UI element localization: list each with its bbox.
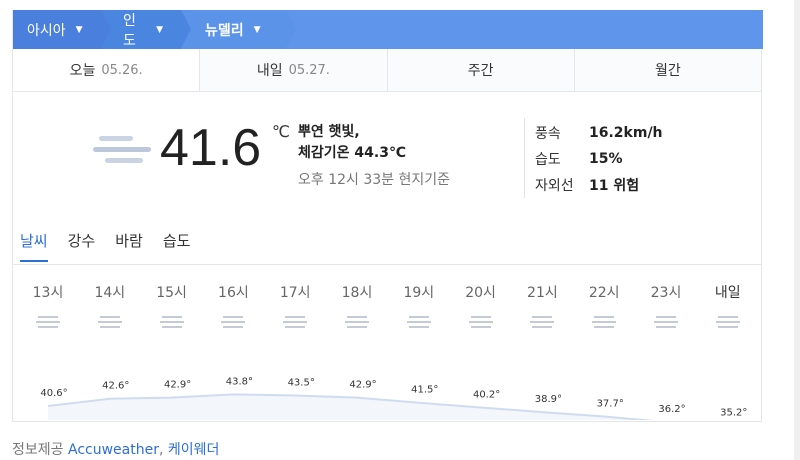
temperature-label: 38.9° bbox=[535, 394, 562, 405]
sub-tabs: 날씨 강수 바람 습도 bbox=[20, 230, 190, 262]
breadcrumb-item-new-delhi[interactable]: 뉴델리 ▼ bbox=[181, 10, 296, 49]
temperature-unit: ℃ bbox=[272, 122, 290, 141]
tab-date: 05.26. bbox=[101, 62, 143, 78]
stat-label: 자외선 bbox=[535, 178, 574, 194]
tab-humidity[interactable]: 습도 bbox=[163, 230, 191, 262]
temperature-label: 42.6° bbox=[102, 381, 129, 392]
haze-icon bbox=[221, 316, 246, 332]
tab-precipitation[interactable]: 강수 bbox=[68, 230, 96, 262]
temperature-label: 36.2° bbox=[658, 404, 685, 415]
temperature-label: 40.6° bbox=[40, 388, 67, 399]
breadcrumb-bar-fill bbox=[286, 10, 763, 49]
temperature-label: 35.2° bbox=[720, 408, 747, 419]
haze-icon bbox=[654, 316, 678, 332]
haze-icon bbox=[97, 316, 122, 332]
tab-label: 주간 bbox=[467, 63, 494, 79]
feels-like: 체감기온 44.3℃ bbox=[298, 143, 406, 164]
stat-uv: 자외선 11 위험 bbox=[535, 172, 663, 198]
tab-weather[interactable]: 날씨 bbox=[20, 230, 48, 262]
observation-time: 오후 12시 33분 현지기준 bbox=[298, 172, 451, 188]
hour-label: 13시 bbox=[32, 285, 64, 301]
hourly-icons bbox=[0, 316, 800, 336]
tab-wind[interactable]: 바람 bbox=[115, 230, 143, 262]
hour-label: 23시 bbox=[650, 285, 682, 301]
hour-label: 14시 bbox=[94, 285, 126, 301]
current-temperature: 41.6 bbox=[160, 119, 262, 177]
temperature-label: 40.2° bbox=[473, 389, 500, 400]
tab-tomorrow[interactable]: 내일 05.27. bbox=[200, 49, 388, 91]
temperature-label: 42.9° bbox=[349, 380, 376, 391]
tab-date: 05.27. bbox=[288, 62, 330, 78]
haze-icon bbox=[283, 316, 308, 332]
feels-like-value: 44.3℃ bbox=[354, 145, 406, 161]
provider-link-kweather[interactable]: 케이웨더 bbox=[168, 442, 220, 458]
chevron-down-icon: ▼ bbox=[253, 24, 261, 35]
tab-label: 오늘 bbox=[69, 63, 96, 79]
haze-icon bbox=[592, 316, 617, 332]
breadcrumb-item-india[interactable]: 인도 ▼ bbox=[101, 10, 191, 49]
chevron-down-icon: ▼ bbox=[75, 24, 83, 35]
breadcrumb-label: 인도 bbox=[123, 12, 136, 49]
haze-icon bbox=[159, 316, 184, 332]
stat-value: 11 위험 bbox=[589, 178, 640, 194]
haze-icon bbox=[36, 316, 60, 332]
breadcrumb-arrow bbox=[101, 10, 111, 48]
hour-label: 21시 bbox=[527, 285, 558, 301]
info-provider: 정보제공 Accuweather, 케이웨더 bbox=[12, 439, 219, 459]
haze-icon bbox=[468, 316, 493, 332]
hour-label: 19시 bbox=[403, 285, 435, 301]
provider-separator: , bbox=[158, 442, 164, 458]
day-tabs: 오늘 05.26. 내일 05.27. 주간 월간 bbox=[13, 49, 761, 92]
feels-like-label: 체감기온 bbox=[298, 145, 350, 161]
breadcrumb-label: 아시아 bbox=[27, 22, 66, 39]
provider-prefix: 정보제공 bbox=[12, 442, 64, 458]
temperature-label: 43.5° bbox=[288, 377, 315, 388]
scrollbar[interactable] bbox=[794, 0, 800, 460]
breadcrumb: 아시아 ▼ 인도 ▼ 뉴델리 ▼ bbox=[13, 10, 763, 49]
temperature-label: 37.7° bbox=[597, 399, 624, 410]
provider-link-accuweather[interactable]: Accuweather bbox=[68, 442, 159, 458]
temperature-label: 41.5° bbox=[411, 385, 438, 396]
haze-icon bbox=[715, 316, 740, 332]
breadcrumb-arrow bbox=[181, 10, 191, 48]
haze-icon bbox=[345, 316, 369, 332]
hour-label: 15시 bbox=[156, 285, 187, 301]
tab-monthly[interactable]: 월간 bbox=[575, 49, 761, 91]
hour-label: 내일 bbox=[714, 285, 741, 301]
stat-label: 풍속 bbox=[535, 126, 561, 142]
hour-label: 17시 bbox=[279, 285, 311, 301]
stat-humidity: 습도 15% bbox=[535, 146, 663, 172]
tab-weekly[interactable]: 주간 bbox=[388, 49, 575, 91]
stat-wind: 풍속 16.2km/h bbox=[535, 120, 663, 146]
hourly-hours: 13시 14시 15시 16시 17시 18시 19시 20시 21시 22시 23시 내일 bbox=[19, 282, 759, 302]
temperature-label: 43.8° bbox=[226, 376, 253, 387]
temperature-graph: 40.6° 42.6° 42.9° 43.8° 43.5° 42.9° 41.5° 40.2°… bbox=[40, 376, 747, 420]
condition-text: 뿌연 햇빛, bbox=[298, 124, 360, 140]
haze-icon bbox=[406, 316, 431, 332]
tab-label: 월간 bbox=[654, 63, 681, 79]
haze-icon bbox=[530, 316, 555, 332]
stat-label: 습도 bbox=[535, 152, 561, 168]
divider bbox=[12, 264, 762, 265]
cloudy-haze-icon bbox=[85, 128, 151, 170]
tab-label: 내일 bbox=[256, 63, 283, 79]
divider bbox=[524, 118, 525, 198]
chevron-down-icon: ▼ bbox=[156, 24, 163, 35]
hour-label: 22시 bbox=[588, 285, 620, 301]
breadcrumb-arrow bbox=[286, 10, 296, 48]
weather-condition: 뿌연 햇빛, 체감기온 44.3℃ bbox=[298, 122, 406, 164]
hour-label: 18시 bbox=[341, 285, 373, 301]
breadcrumb-label: 뉴델리 bbox=[205, 22, 244, 39]
stat-value: 15% bbox=[589, 151, 623, 167]
breadcrumb-item-asia[interactable]: 아시아 ▼ bbox=[13, 10, 111, 49]
temperature-label: 42.9° bbox=[164, 380, 191, 391]
tab-today[interactable]: 오늘 05.26. bbox=[13, 49, 201, 91]
hour-label: 20시 bbox=[465, 285, 496, 301]
stat-value: 16.2km/h bbox=[589, 125, 663, 141]
hour-label: 16시 bbox=[218, 285, 249, 301]
weather-stats: 풍속 16.2km/h 습도 15% 자외선 11 위험 bbox=[535, 120, 663, 198]
